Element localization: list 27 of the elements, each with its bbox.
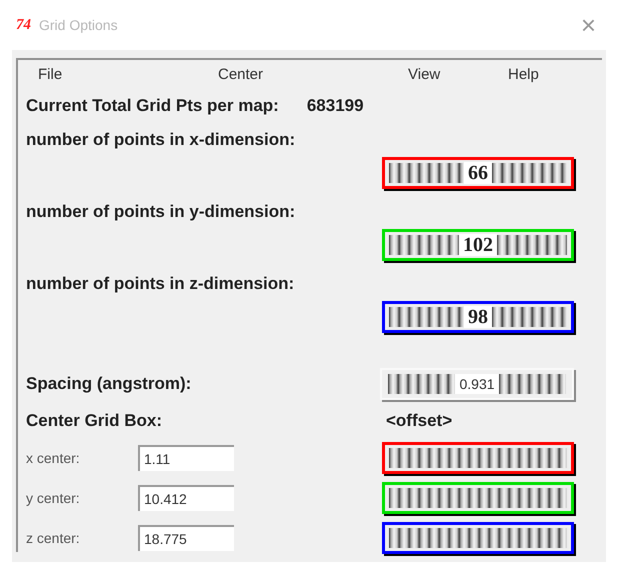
offset-thumbwheel[interactable]	[382, 482, 574, 514]
offset-thumbwheel[interactable]	[382, 442, 574, 474]
window-title: Grid Options	[39, 16, 118, 35]
input-field[interactable]: 1.11	[138, 445, 234, 471]
input-field[interactable]: 18.775	[138, 525, 234, 551]
spacing-label: Spacing (angstrom):	[26, 373, 192, 396]
axis-center-label: z center:	[26, 528, 81, 548]
menu-item[interactable]: Center	[206, 64, 396, 86]
total-grid-points-label: Current Total Grid Pts per map:	[26, 95, 279, 118]
axis-center-label: y center:	[26, 488, 81, 508]
center-grid-box-label: Center Grid Box:	[26, 410, 164, 432]
thumbwheel[interactable]: 98	[382, 301, 574, 333]
spacing-thumbwheel[interactable]: 0.931	[380, 368, 574, 400]
dimension-label: number of points in x-dimension:	[26, 128, 296, 150]
total-grid-points-value: 683199	[306, 95, 364, 118]
thumbwheel[interactable]: 66	[382, 157, 574, 189]
input-field[interactable]: 10.412	[138, 485, 234, 511]
dimension-label: number of points in y-dimension:	[26, 200, 296, 222]
menu-item[interactable]: File	[26, 64, 206, 86]
menu-item[interactable]: Help	[496, 64, 576, 86]
app-logo: 74	[16, 16, 31, 35]
thumbwheel[interactable]: 102	[382, 229, 574, 261]
offset-label: <offset>	[386, 410, 452, 432]
dimension-label: number of points in z-dimension:	[26, 272, 294, 294]
offset-thumbwheel[interactable]	[382, 522, 574, 554]
menu-item[interactable]: View	[396, 64, 496, 86]
axis-center-label: x center:	[26, 448, 81, 468]
